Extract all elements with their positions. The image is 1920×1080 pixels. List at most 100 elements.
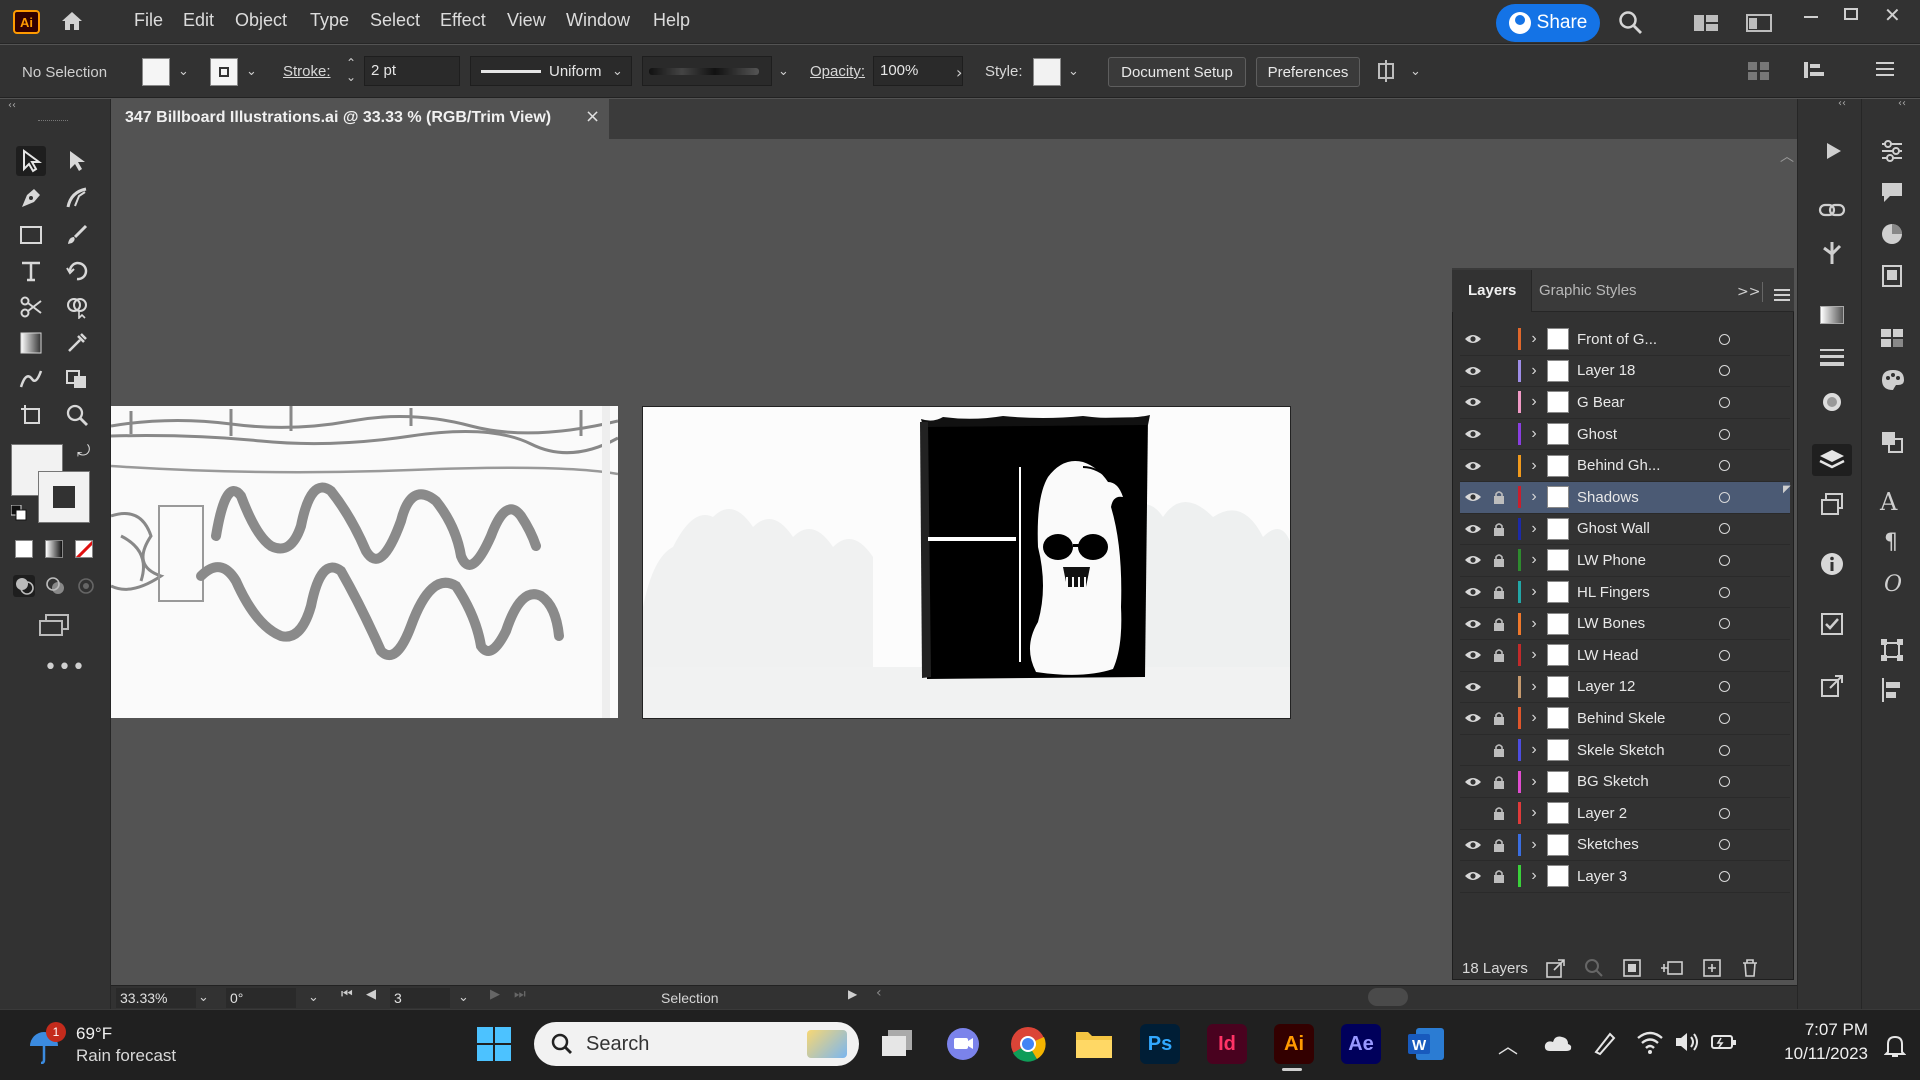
layer-row[interactable]: › Sketches	[1460, 830, 1790, 862]
app-icon-ai[interactable]: Ai	[1274, 1024, 1314, 1064]
menu-edit[interactable]: Edit	[183, 10, 214, 31]
panel-expand-icon[interactable]: >>	[1737, 284, 1760, 300]
layer-row[interactable]: › LW Phone	[1460, 545, 1790, 577]
clipping-mask-icon[interactable]	[1622, 958, 1642, 978]
lock-icon[interactable]	[1486, 553, 1512, 568]
layer-name[interactable]: LW Bones	[1577, 615, 1707, 632]
expand-chevron-icon[interactable]: ›	[1521, 741, 1547, 759]
color-panel-icon[interactable]	[1880, 368, 1906, 392]
artboards-panel-icon[interactable]	[1820, 492, 1844, 516]
visibility-eye-icon[interactable]	[1460, 333, 1486, 345]
onedrive-icon[interactable]	[1544, 1034, 1572, 1052]
transparency-icon[interactable]	[1880, 430, 1904, 454]
visibility-eye-icon[interactable]	[1460, 365, 1486, 377]
next-artboard-icon[interactable]: ▶	[490, 987, 500, 1002]
links-icon[interactable]	[1818, 200, 1846, 220]
visibility-eye-icon[interactable]	[1460, 554, 1486, 566]
opacity-label[interactable]: Opacity:	[810, 63, 865, 80]
expand-chevron-icon[interactable]: ›	[1521, 488, 1547, 506]
align-panel-icon[interactable]	[1748, 62, 1770, 80]
brush-definition-select[interactable]	[642, 56, 772, 86]
comments-icon[interactable]	[1880, 180, 1904, 204]
visibility-eye-icon[interactable]	[1460, 523, 1486, 535]
layer-row[interactable]: › HL Fingers	[1460, 577, 1790, 609]
visibility-eye-icon[interactable]	[1460, 712, 1486, 724]
target-circle-icon[interactable]	[1719, 365, 1730, 377]
layer-name[interactable]: Front of G...	[1577, 331, 1707, 348]
close-window-icon[interactable]: ✕	[1884, 3, 1901, 27]
layer-row[interactable]: › LW Head	[1460, 640, 1790, 672]
horizontal-scroll-thumb[interactable]	[1368, 988, 1408, 1006]
collapse-dock-left-icon[interactable]: ‹‹	[1838, 98, 1846, 109]
layer-name[interactable]: Layer 12	[1577, 678, 1707, 695]
lock-icon[interactable]	[1486, 648, 1512, 663]
home-icon[interactable]	[60, 10, 84, 32]
expand-chevron-icon[interactable]: ›	[1521, 583, 1547, 601]
target-circle-icon[interactable]	[1719, 839, 1730, 851]
swatches-icon[interactable]	[1880, 328, 1904, 348]
lock-icon[interactable]	[1486, 743, 1512, 758]
live-paint-tool-icon[interactable]	[62, 364, 92, 394]
battery-icon[interactable]	[1710, 1032, 1738, 1052]
expand-chevron-icon[interactable]: ›	[1521, 393, 1547, 411]
teams-chat-icon[interactable]	[944, 1026, 982, 1062]
lock-icon[interactable]	[1486, 838, 1512, 852]
target-circle-icon[interactable]	[1719, 681, 1730, 693]
share-button[interactable]: Share	[1496, 4, 1600, 42]
app-icon-ps[interactable]: Ps	[1140, 1024, 1180, 1064]
lock-icon[interactable]	[1486, 617, 1512, 631]
shape-builder-tool-icon[interactable]	[62, 292, 92, 322]
target-circle-icon[interactable]	[1719, 428, 1730, 440]
menu-help[interactable]: Help	[653, 10, 690, 31]
visibility-eye-icon[interactable]	[1460, 491, 1486, 503]
delete-layer-icon[interactable]	[1740, 958, 1760, 978]
layer-row[interactable]: › Layer 3	[1460, 861, 1790, 893]
target-circle-icon[interactable]	[1719, 460, 1730, 472]
layer-name[interactable]: Ghost	[1577, 426, 1707, 443]
weather-widget[interactable]: 1 69°F Rain forecast	[26, 1022, 186, 1068]
locate-object-icon[interactable]	[1584, 958, 1604, 978]
target-circle-icon[interactable]	[1719, 712, 1730, 724]
target-circle-icon[interactable]	[1719, 491, 1730, 503]
menu-select[interactable]: Select	[370, 10, 420, 31]
target-circle-icon[interactable]	[1719, 586, 1730, 598]
layer-name[interactable]: Skele Sketch	[1577, 742, 1707, 759]
panel-menu-icon[interactable]	[1876, 62, 1894, 76]
start-button-icon[interactable]	[477, 1027, 511, 1061]
layer-row[interactable]: › Layer 2	[1460, 798, 1790, 830]
app-icon-id[interactable]: Id	[1207, 1024, 1247, 1064]
expand-chevron-icon[interactable]: ›	[1521, 709, 1547, 727]
stroke-swatch[interactable]	[210, 58, 238, 86]
brush-dropdown-icon[interactable]: ⌄	[778, 64, 789, 79]
app-icon-ae[interactable]: Ae	[1341, 1024, 1381, 1064]
align-icon[interactable]	[1880, 678, 1904, 702]
new-layer-icon[interactable]	[1702, 958, 1722, 978]
lock-icon[interactable]	[1486, 490, 1512, 505]
visibility-eye-icon[interactable]	[1460, 649, 1486, 661]
screen-mode-icon[interactable]	[38, 613, 70, 637]
layer-name[interactable]: BG Sketch	[1577, 773, 1707, 790]
arrange-dropdown-icon[interactable]: ⌄	[1410, 64, 1421, 79]
selection-tool-icon[interactable]	[16, 146, 46, 176]
style-dropdown-icon[interactable]: ⌄	[1068, 64, 1079, 79]
first-artboard-icon[interactable]: ⏮	[341, 987, 353, 1002]
show-hidden-icons-icon[interactable]: ︿	[1498, 1030, 1518, 1059]
scissors-tool-icon[interactable]	[16, 292, 46, 322]
status-menu-icon[interactable]: ▶	[848, 987, 857, 1001]
none-mode-icon[interactable]	[75, 540, 93, 558]
layer-row[interactable]: › Layer 18	[1460, 356, 1790, 388]
target-circle-icon[interactable]	[1719, 744, 1730, 756]
layer-name[interactable]: G Bear	[1577, 394, 1707, 411]
expand-chevron-icon[interactable]: ›	[1521, 615, 1547, 633]
gradient-panel-icon[interactable]	[1820, 306, 1844, 324]
default-colors-icon[interactable]	[10, 504, 27, 521]
character-icon[interactable]: A	[1880, 488, 1897, 516]
expand-chevron-icon[interactable]: ›	[1521, 646, 1547, 664]
expand-chevron-icon[interactable]: ›	[1521, 425, 1547, 443]
opentype-icon[interactable]: O	[1884, 572, 1902, 597]
stroke-dropdown-icon[interactable]: ⌄	[246, 64, 257, 79]
layer-name[interactable]: LW Phone	[1577, 552, 1707, 569]
artboard-number-input[interactable]: 3	[390, 988, 450, 1008]
layer-name[interactable]: Behind Gh...	[1577, 457, 1707, 474]
lock-icon[interactable]	[1486, 869, 1512, 884]
